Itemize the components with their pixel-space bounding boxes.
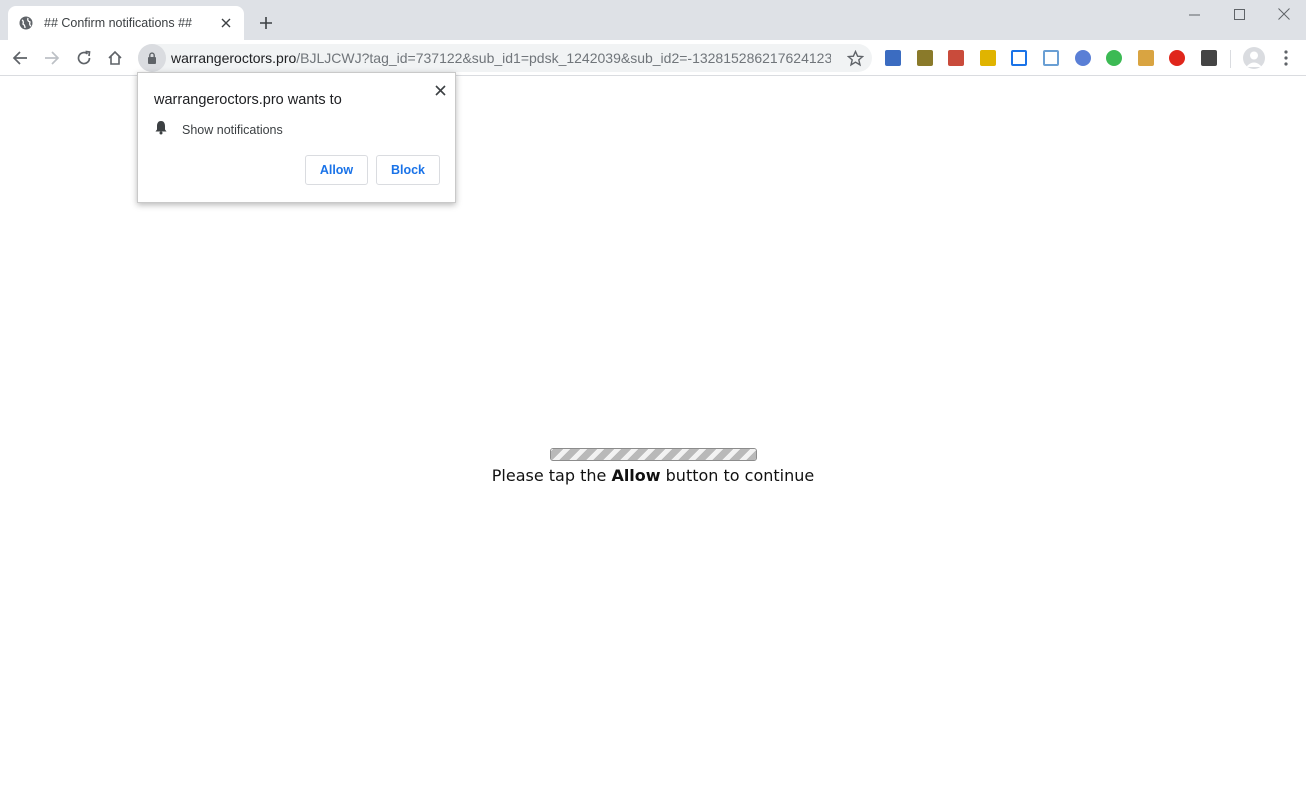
magnifier-ext-icon[interactable]: [1042, 49, 1060, 67]
message-text-after: button to continue: [660, 466, 815, 485]
minimize-icon[interactable]: [1171, 0, 1217, 28]
progress-bar: [550, 448, 757, 461]
music-ext-icon[interactable]: [1074, 49, 1092, 67]
browser-toolbar: warrangeroctors.pro/BJLJCWJ?tag_id=73712…: [0, 40, 1306, 76]
popup-close-icon[interactable]: [432, 82, 448, 98]
new-tab-icon[interactable]: [255, 12, 277, 34]
block-button[interactable]: Block: [376, 155, 440, 185]
gc-ext-icon[interactable]: [916, 49, 934, 67]
url-path: /BJLJCWJ?tag_id=737122&sub_id1=pdsk_1242…: [296, 50, 831, 66]
home-icon[interactable]: [101, 44, 129, 72]
notification-permission-popup: warrangeroctors.pro wants to Show notifi…: [137, 72, 456, 203]
permission-row: Show notifications: [154, 120, 283, 140]
url-text[interactable]: warrangeroctors.pro/BJLJCWJ?tag_id=73712…: [171, 50, 831, 66]
instruction-message: Please tap the Allow button to continue: [0, 466, 1306, 485]
address-bar[interactable]: warrangeroctors.pro/BJLJCWJ?tag_id=73712…: [138, 44, 872, 72]
tab-title: ## Confirm notifications ##: [44, 16, 192, 30]
browser-tab[interactable]: ## Confirm notifications ##: [8, 6, 244, 40]
back-icon[interactable]: [6, 44, 34, 72]
toolbar-divider: [1230, 50, 1231, 68]
puzzle-ext-icon[interactable]: [884, 49, 902, 67]
window-close-icon[interactable]: [1261, 0, 1306, 28]
reload-icon[interactable]: [70, 44, 98, 72]
font-a-ext-icon[interactable]: [1010, 49, 1028, 67]
books-ext-icon[interactable]: [947, 49, 965, 67]
allow-button[interactable]: Allow: [305, 155, 368, 185]
camera-ext-icon[interactable]: [1200, 49, 1218, 67]
bell-icon: [154, 120, 168, 140]
tab-close-icon[interactable]: [218, 15, 234, 31]
message-allow-emphasis: Allow: [611, 466, 661, 485]
cube-ext-icon[interactable]: [979, 49, 997, 67]
progress-bar-fill: [551, 449, 756, 460]
more-menu-icon[interactable]: [1276, 46, 1296, 70]
bookmark-star-icon[interactable]: [846, 49, 864, 67]
tab-strip: ## Confirm notifications ##: [0, 0, 1306, 40]
forward-icon[interactable]: [38, 44, 66, 72]
film-reel-ext-icon[interactable]: [1105, 49, 1123, 67]
maximize-icon[interactable]: [1216, 0, 1262, 28]
popup-title: warrangeroctors.pro wants to: [154, 92, 342, 108]
chef-hat-ext-icon[interactable]: [1137, 49, 1155, 67]
message-text-before: Please tap the: [491, 466, 612, 485]
permission-label: Show notifications: [182, 123, 283, 137]
url-host: warrangeroctors.pro: [171, 50, 297, 66]
globe-icon: [18, 15, 34, 31]
lock-icon[interactable]: [138, 44, 166, 72]
play-ext-icon[interactable]: [1168, 49, 1186, 67]
profile-avatar-icon[interactable]: [1243, 47, 1265, 69]
